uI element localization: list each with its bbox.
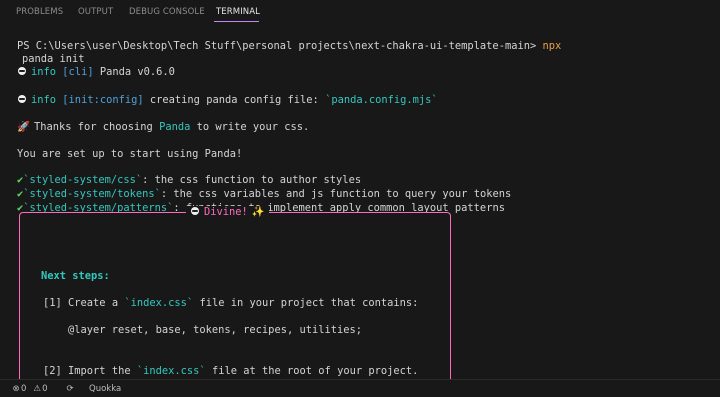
tab-output[interactable]: OUTPUT	[78, 7, 113, 17]
panda-icon	[17, 94, 27, 104]
log-text: Panda v0.6.0	[99, 66, 175, 78]
command-continuation: panda init	[22, 53, 85, 67]
info-label: info	[31, 94, 57, 106]
error-icon: ⊗	[12, 384, 20, 394]
prompt-path: PS C:\Users\user\Desktop\Tech Stuff\pers…	[17, 40, 537, 52]
quokka-status[interactable]: Quokka	[89, 384, 121, 394]
tab-debug-console[interactable]: DEBUG CONSOLE	[129, 7, 205, 17]
log-text: creating panda config file:	[149, 94, 319, 106]
panda-icon	[190, 206, 200, 216]
box-title: Divine! ✨	[186, 206, 269, 219]
thanks-text-pre: Thanks for choosing	[33, 121, 153, 133]
active-tab-indicator	[214, 21, 259, 22]
check-line: ✔`styled-system/css`: the css function t…	[17, 174, 361, 188]
log-tag: [init:config]	[62, 94, 144, 106]
refresh-icon[interactable]: ⟳	[65, 384, 75, 394]
check-desc: : the css variables and js function to q…	[160, 188, 512, 200]
prompt-line: PS C:\Users\user\Desktop\Tech Stuff\pers…	[17, 40, 561, 54]
check-line: ✔`styled-system/tokens`: the css variabl…	[17, 188, 511, 202]
problems-indicator[interactable]: ⊗0 ⚠0	[11, 384, 48, 394]
warning-icon: ⚠	[33, 384, 41, 394]
check-code: `styled-system/css`	[23, 174, 143, 186]
config-filename: `panda.config.mjs`	[325, 94, 438, 106]
warning-count: 0	[42, 384, 48, 394]
check-code: `styled-system/tokens`	[23, 188, 161, 200]
thanks-text-post: to write your css.	[196, 121, 310, 133]
box-title-text: Divine!	[204, 206, 248, 218]
command-npx: npx	[542, 40, 562, 52]
log-line-config: info [init:config] creating panda config…	[17, 94, 438, 108]
log-line-cli: info [cli] Panda v0.6.0	[17, 66, 175, 80]
panda-icon	[17, 66, 27, 76]
tab-problems[interactable]: PROBLEMS	[16, 7, 63, 17]
setup-line: You are set up to start using Panda!	[17, 148, 242, 162]
check-desc: : the css function to author styles	[142, 174, 362, 186]
brand-name: Panda	[159, 121, 191, 133]
thanks-line: 🚀 Thanks for choosing Panda to write your…	[17, 121, 309, 135]
command-args: panda init	[22, 53, 85, 65]
next-steps-box	[19, 212, 451, 393]
tab-terminal[interactable]: TERMINAL	[216, 7, 260, 17]
status-bar: ⊗0 ⚠0 ⟳ Quokka	[0, 379, 720, 397]
log-tag: [cli]	[62, 66, 94, 78]
panel-tab-bar: PROBLEMS OUTPUT DEBUG CONSOLE TERMINAL	[0, 0, 720, 24]
rocket-icon: 🚀	[17, 121, 30, 133]
info-label: info	[31, 66, 57, 78]
error-count: 0	[21, 384, 27, 394]
setup-text: You are set up to start using Panda!	[17, 148, 243, 160]
sparkle-icon: ✨	[251, 206, 265, 218]
